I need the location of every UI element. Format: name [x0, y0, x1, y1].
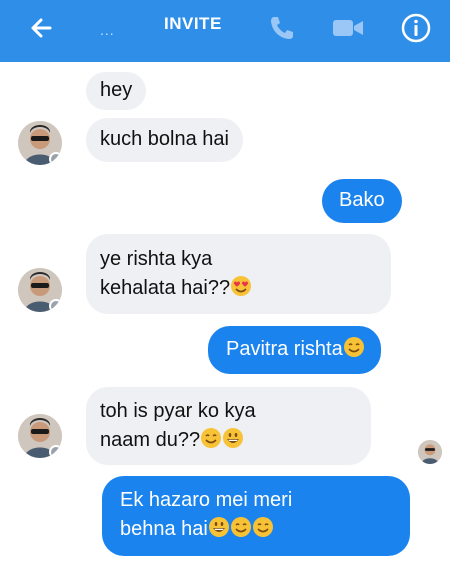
smiling-emoji-icon: [343, 337, 364, 357]
message-text-line-1: ye rishta kya: [100, 248, 213, 270]
smiling-emoji-icon: [201, 428, 222, 448]
messenger-badge-icon: [49, 299, 62, 312]
message-bubble-incoming[interactable]: hey: [86, 72, 147, 110]
back-arrow-icon[interactable]: [24, 10, 60, 46]
grinning-emoji-icon: [223, 428, 244, 448]
message-bubble-outgoing[interactable]: Ek hazaro mei meri behna hai: [102, 476, 410, 556]
header-title[interactable]: INVITE: [164, 14, 222, 34]
message-text-line-1: Ek hazaro mei meri: [120, 489, 293, 511]
chat-header: ... INVITE: [0, 0, 450, 62]
heart-eyes-emoji-icon: [231, 276, 252, 296]
message-text: Bako: [339, 189, 385, 211]
read-receipt-avatar: [418, 440, 442, 464]
message-bubble-incoming[interactable]: kuch bolna hai: [86, 118, 243, 162]
grinning-emoji-icon: [208, 517, 229, 537]
message-text-line-1: toh is pyar ko kya: [100, 400, 256, 422]
message-bubble-incoming[interactable]: ye rishta kya kehalata hai??: [86, 234, 391, 314]
messenger-badge-icon: [49, 445, 62, 458]
message-text: hey: [100, 79, 133, 101]
video-camera-icon[interactable]: [330, 14, 366, 42]
messenger-badge-icon: [49, 152, 62, 165]
message-bubble-outgoing[interactable]: Pavitra rishta: [208, 326, 381, 374]
contact-avatar[interactable]: [18, 268, 62, 312]
message-text: Pavitra rishta: [226, 338, 343, 360]
message-line-2: kehalata hai??: [100, 274, 377, 303]
contact-name-placeholder: ...: [100, 22, 115, 38]
message-bubble-outgoing[interactable]: Bako: [322, 179, 402, 223]
message-text: kuch bolna hai: [100, 128, 229, 150]
message-text-line-2: kehalata hai??: [100, 277, 231, 299]
contact-avatar[interactable]: [18, 121, 62, 165]
message-text-line-2: naam du??: [100, 429, 201, 451]
contact-avatar[interactable]: [18, 414, 62, 458]
smiling-emoji-icon: [230, 517, 251, 537]
smiling-emoji-icon: [252, 517, 273, 537]
message-bubble-incoming[interactable]: toh is pyar ko kya naam du??: [86, 387, 371, 465]
message-text-line-2: behna hai: [120, 518, 208, 540]
read-receipt-photo: [418, 440, 442, 464]
message-line-2: behna hai: [120, 515, 396, 544]
phone-icon[interactable]: [266, 12, 298, 44]
message-line-2: naam du??: [100, 426, 357, 455]
info-icon[interactable]: [398, 10, 434, 46]
